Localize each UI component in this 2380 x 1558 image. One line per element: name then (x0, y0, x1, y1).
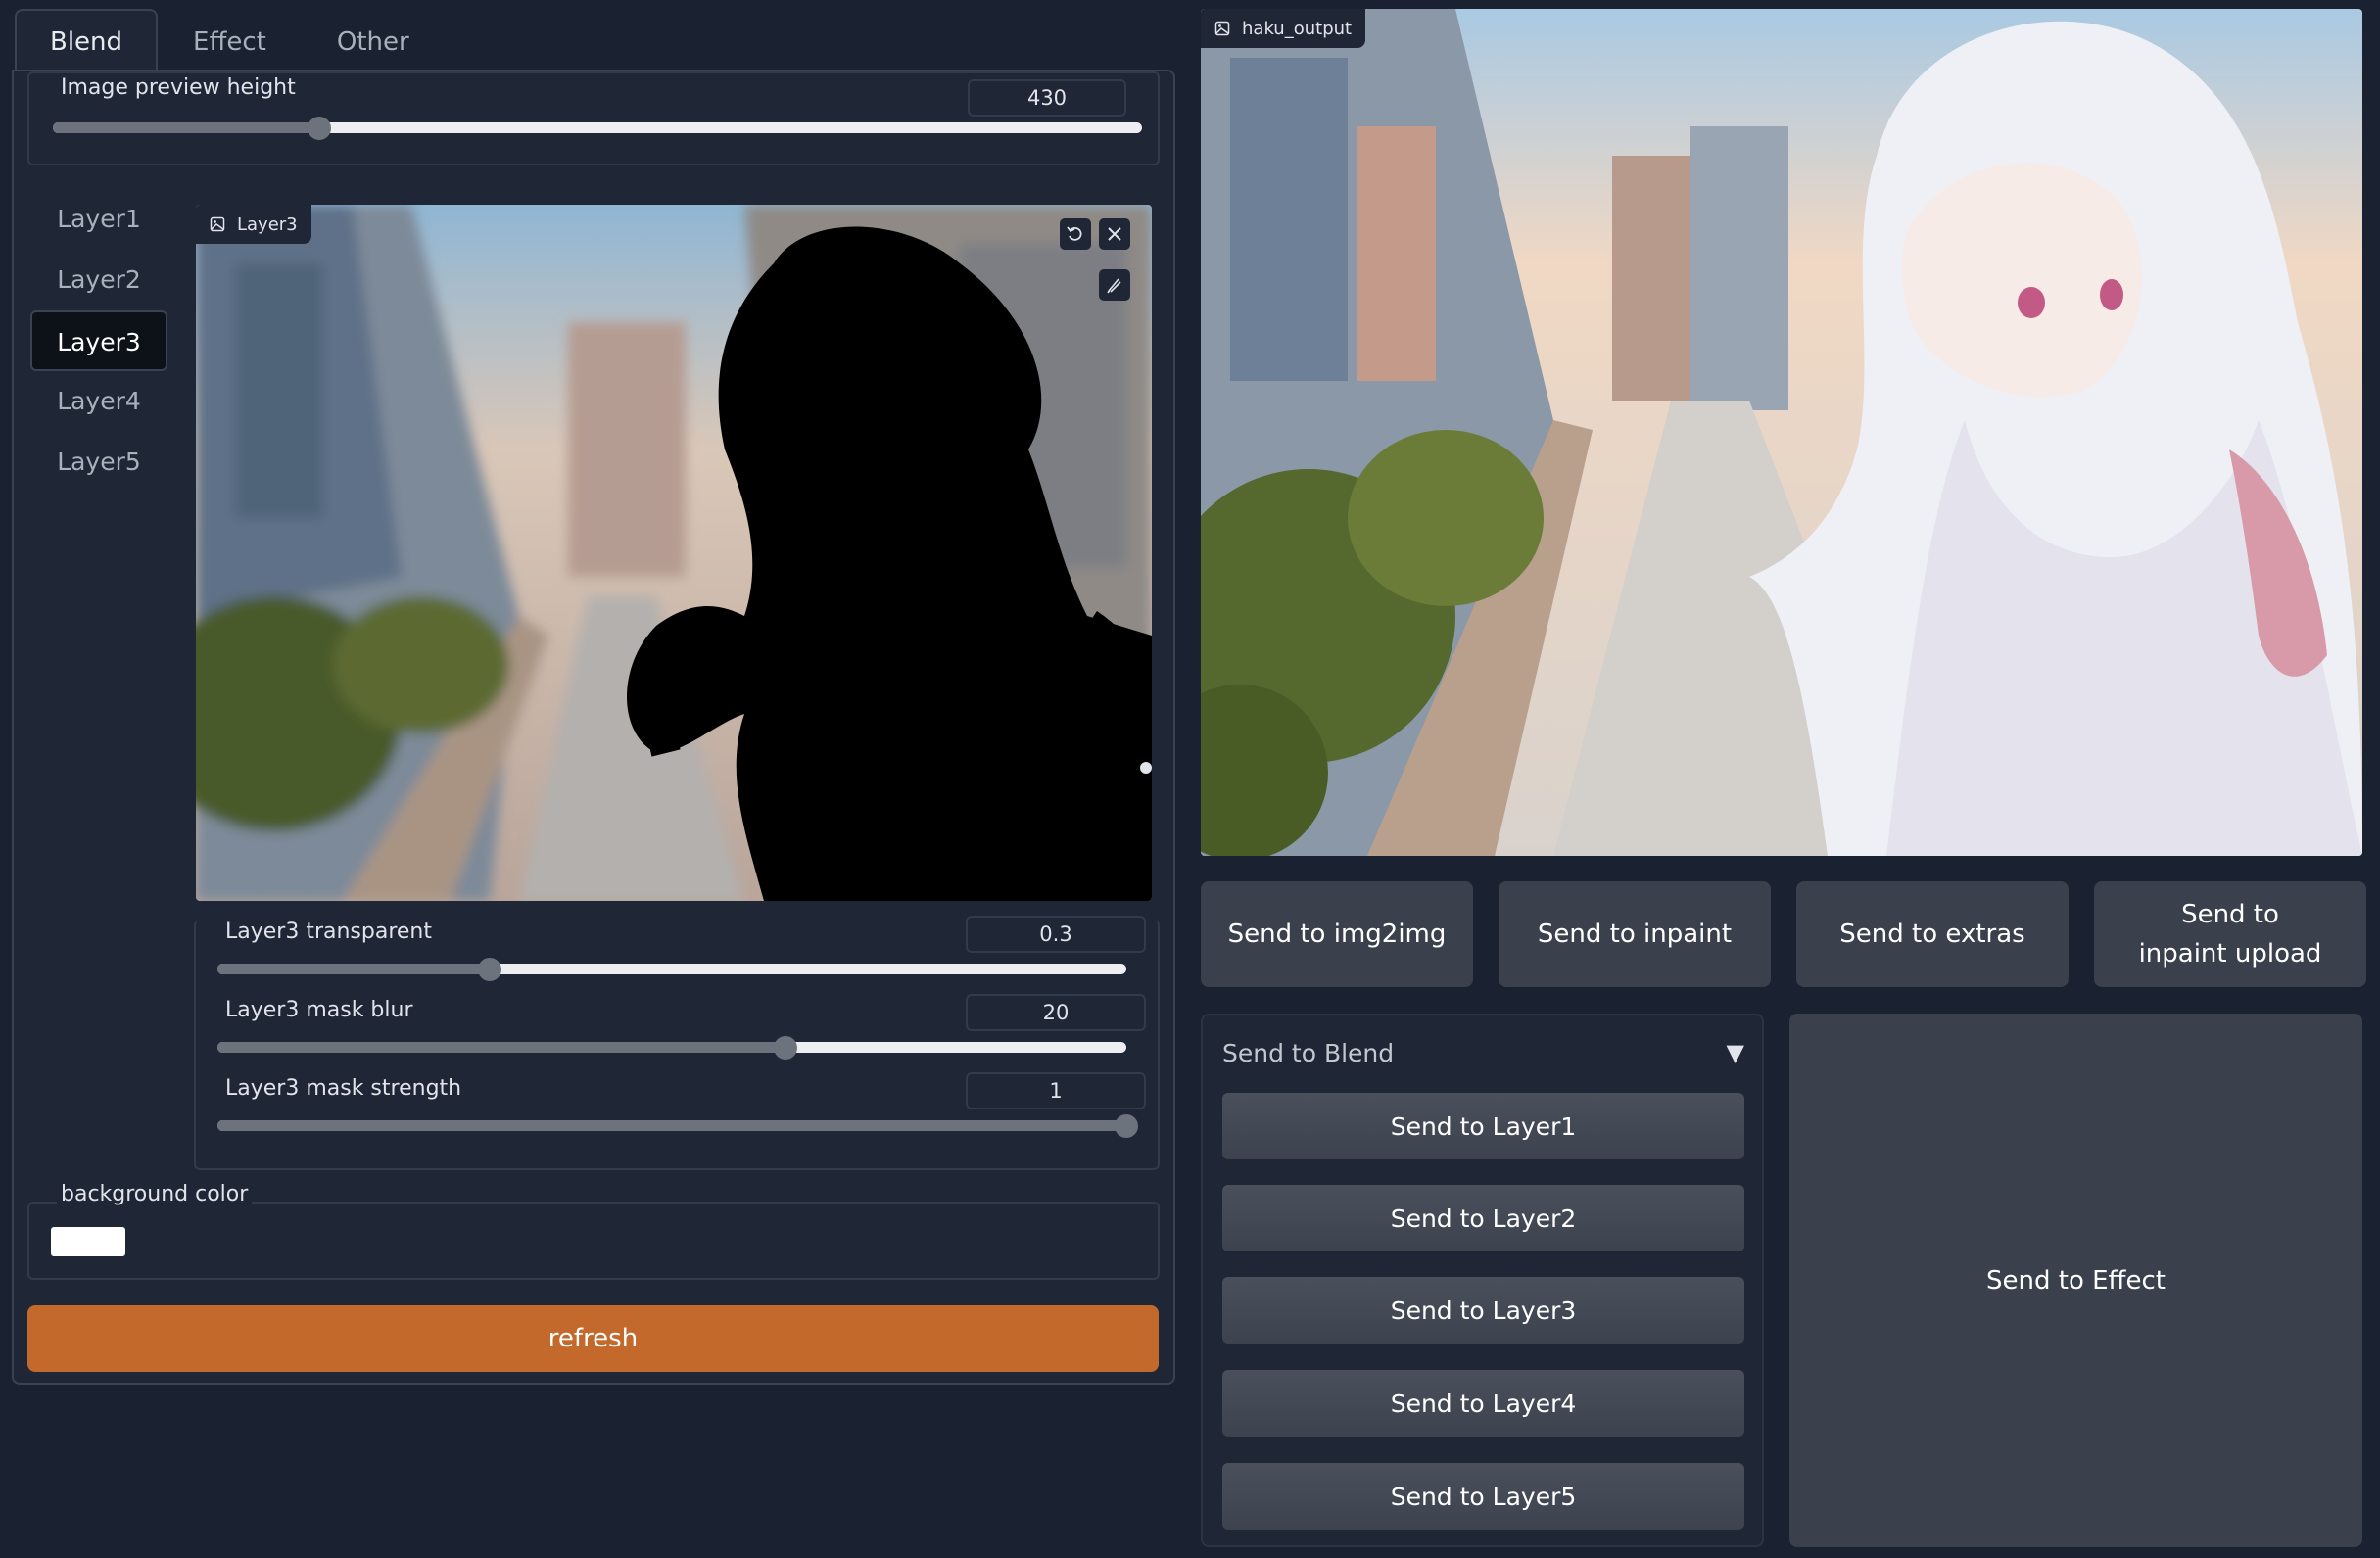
refresh-button[interactable]: refresh (27, 1305, 1159, 1372)
app-root: Blend Effect Other Image preview height … (0, 0, 2380, 1558)
tab-other[interactable]: Other (302, 9, 445, 71)
collapse-arrow-icon[interactable]: ▼ (1727, 1039, 1744, 1066)
layer-item-3[interactable]: Layer3 (30, 310, 167, 371)
mask-strength-input[interactable]: 1 (966, 1072, 1146, 1109)
send-to-blend-panel: Send to Blend ▼ Send to Layer1 Send to L… (1201, 1014, 1764, 1547)
slider-handle[interactable] (1115, 1113, 1138, 1138)
preview-height-input[interactable]: 430 (968, 79, 1126, 117)
layer-item-2[interactable]: Layer2 (30, 250, 167, 310)
preview-height-block: Image preview height 430 (27, 71, 1160, 165)
send-to-layer1-button[interactable]: Send to Layer1 (1222, 1093, 1744, 1159)
slider-fill (217, 1042, 785, 1053)
send-to-layer5-button[interactable]: Send to Layer5 (1222, 1463, 1744, 1530)
slider-fill (53, 122, 320, 133)
send-to-extras-button[interactable]: Send to extras (1796, 881, 2069, 987)
transparent-label: Layer3 transparent (225, 920, 432, 944)
preview-height-slider[interactable] (53, 116, 1142, 140)
layer-item-5[interactable]: Layer5 (30, 432, 167, 493)
mask-blur-input[interactable]: 20 (966, 994, 1146, 1031)
send-to-inpaint-upload-button[interactable]: Send to inpaint upload (2094, 881, 2366, 987)
layer-image (196, 205, 1152, 901)
send-to-blend-title[interactable]: Send to Blend (1222, 1039, 1394, 1067)
output-image-tag: haku_output (1201, 9, 1366, 48)
mask-blur-slider[interactable] (217, 1035, 1126, 1060)
send-to-layer4-button[interactable]: Send to Layer4 (1222, 1370, 1744, 1437)
output-image[interactable]: haku_output (1201, 9, 2362, 856)
mask-strength-slider[interactable] (217, 1113, 1138, 1138)
output-image-tag-label: haku_output (1242, 18, 1353, 39)
send-to-effect-button[interactable]: Send to Effect (1789, 1014, 2362, 1547)
background-color-block: background color (27, 1182, 1160, 1280)
layer-item-4[interactable]: Layer4 (30, 371, 167, 432)
mask-strength-label: Layer3 mask strength (225, 1076, 462, 1101)
layer-item-1[interactable]: Layer1 (30, 189, 167, 250)
preview-height-label: Image preview height (61, 75, 296, 100)
mask-blur-label: Layer3 mask blur (225, 998, 413, 1022)
slider-fill (217, 1120, 1126, 1131)
send-to-layer3-button[interactable]: Send to Layer3 (1222, 1277, 1744, 1344)
tab-effect[interactable]: Effect (158, 9, 302, 71)
slider-handle[interactable] (774, 1035, 797, 1060)
background-color-swatch[interactable] (51, 1227, 125, 1256)
image-icon (210, 216, 225, 232)
image-icon (1214, 21, 1230, 36)
send-to-inpaint-button[interactable]: Send to inpaint (1499, 881, 1771, 987)
send-to-img2img-button[interactable]: Send to img2img (1201, 881, 1473, 987)
slider-handle[interactable] (308, 116, 332, 140)
tab-blend[interactable]: Blend (15, 9, 159, 71)
layer-image-tag: Layer3 (196, 205, 311, 244)
tab-bar: Blend Effect Other (15, 9, 445, 71)
close-icon[interactable] (1099, 218, 1130, 250)
output-picture (1201, 9, 2362, 856)
undo-icon[interactable] (1060, 218, 1091, 250)
send-to-layer2-button[interactable]: Send to Layer2 (1222, 1185, 1744, 1251)
layer-canvas[interactable]: Layer3 (196, 205, 1152, 901)
layer-list: Layer1 Layer2 Layer3 Layer4 Layer5 (30, 189, 167, 493)
layer-image-tag-label: Layer3 (237, 213, 298, 235)
transparent-slider[interactable] (217, 957, 1126, 981)
background-color-label: background color (57, 1182, 253, 1206)
brush-icon[interactable] (1099, 269, 1130, 301)
slider-fill (217, 964, 491, 974)
slider-handle[interactable] (478, 957, 502, 981)
transparent-input[interactable]: 0.3 (966, 916, 1146, 953)
layer-settings-block: Layer3 transparent 0.3 Layer3 mask blur … (194, 916, 1160, 1170)
